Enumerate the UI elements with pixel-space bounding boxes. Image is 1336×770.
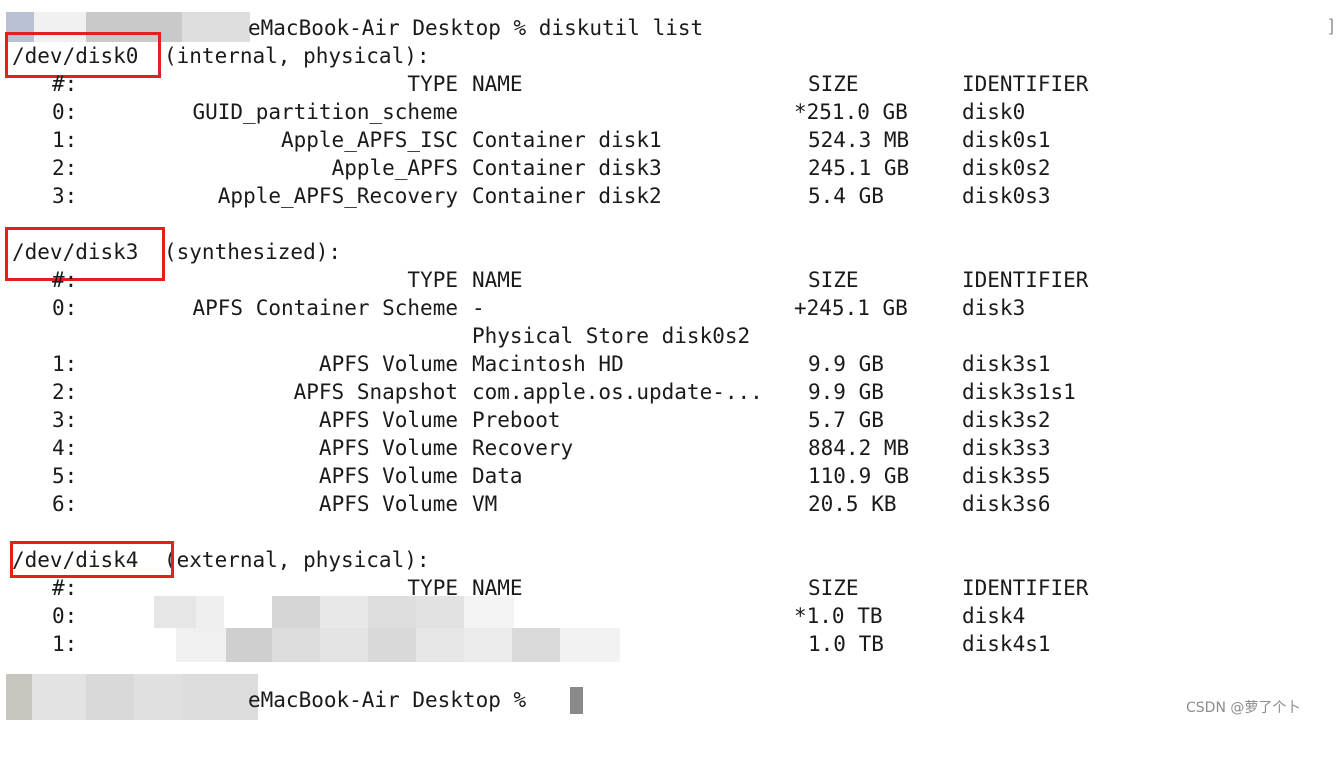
row-size: 9.9 GB <box>808 380 884 404</box>
header-size: SIZE <box>808 72 859 96</box>
row-name: Data <box>472 464 523 488</box>
table-row: 2: APFS Snapshot com.apple.os.update-...… <box>0 378 1076 406</box>
table-row: 3: Apple_APFS_Recovery Container disk2 5… <box>0 182 1051 210</box>
header-size: SIZE <box>808 576 859 600</box>
prompt-line[interactable]: eMacBook-Air Desktop % <box>0 686 526 714</box>
row-name: com.apple.os.update-... <box>472 380 763 404</box>
row-type: APFS Volume <box>318 352 458 376</box>
header-size: SIZE <box>808 268 859 292</box>
row-identifier: disk4s1 <box>962 632 1051 656</box>
row-identifier: disk3s3 <box>962 436 1051 460</box>
row-identifier: disk0 <box>962 100 1026 124</box>
row-size: 245.1 GB <box>808 156 910 180</box>
row-type: GUID_partition_scheme <box>192 100 458 124</box>
table-row: 4: APFS Volume Recovery 884.2 MB disk3s3 <box>0 434 1051 462</box>
table-row: 1: Apple_APFS_ISC Container disk1 524.3 … <box>0 126 1051 154</box>
table-header-row: #: TYPE NAME SIZE IDENTIFIER <box>0 574 1088 602</box>
header-identifier: IDENTIFIER <box>962 268 1089 292</box>
disk-description: (external, physical): <box>164 548 430 572</box>
row-type: Apple_APFS_Recovery <box>217 184 458 208</box>
table-row: 6: APFS Volume VM 20.5 KB disk3s6 <box>0 490 1051 518</box>
row-type: APFS Snapshot <box>293 380 458 404</box>
disk-description: (internal, physical): <box>164 44 430 68</box>
row-name: Preboot <box>472 408 561 432</box>
row-type: APFS Volume <box>318 436 458 460</box>
table-row: 5: APFS Volume Data 110.9 GB disk3s5 <box>0 462 1051 490</box>
final-prompt-text: eMacBook-Air Desktop % <box>248 688 527 712</box>
header-identifier: IDENTIFIER <box>962 72 1089 96</box>
row-size: *251.0 GB <box>794 100 908 124</box>
text-cursor <box>570 687 583 714</box>
header-type: TYPE <box>407 72 458 96</box>
row-size: 110.9 GB <box>808 464 910 488</box>
row-identifier: disk0s1 <box>962 128 1051 152</box>
table-row: 1: 1.0 TB disk4s1 <box>0 630 1051 658</box>
row-name: Recovery <box>472 436 574 460</box>
row-size: +245.1 GB <box>794 296 908 320</box>
row-size: 524.3 MB <box>808 128 910 152</box>
row-size: 5.7 GB <box>808 408 884 432</box>
table-row: 0: APFS Container Scheme - +245.1 GB dis… <box>0 294 1025 322</box>
row-name: VM <box>472 492 498 516</box>
header-name: NAME <box>472 72 523 96</box>
row-type: APFS Volume <box>318 464 458 488</box>
row-identifier: disk3 <box>962 296 1026 320</box>
row-type: APFS Container Scheme <box>192 296 458 320</box>
row-name: Macintosh HD <box>472 352 624 376</box>
row-type: APFS Volume <box>318 492 458 516</box>
table-row: Physical Store disk0s2 <box>0 322 750 350</box>
table-row: 2: Apple_APFS Container disk3 245.1 GB d… <box>0 154 1051 182</box>
disk-description: (synthesized): <box>164 240 342 264</box>
header-name: NAME <box>472 268 523 292</box>
redacted-disk-name-blur <box>154 596 620 662</box>
row-name: Container disk2 <box>472 184 662 208</box>
row-size: 9.9 GB <box>808 352 884 376</box>
window-edge-bracket: ] <box>1326 16 1336 37</box>
table-row: 3: APFS Volume Preboot 5.7 GB disk3s2 <box>0 406 1051 434</box>
row-num: 0: <box>52 604 78 628</box>
row-type: Apple_APFS <box>331 156 458 180</box>
row-name: - <box>472 296 485 320</box>
row-type: Apple_APFS_ISC <box>280 128 458 152</box>
table-header-row: #: TYPE NAME SIZE IDENTIFIER <box>0 266 1088 294</box>
row-name: Container disk3 <box>472 156 662 180</box>
row-identifier: disk3s2 <box>962 408 1051 432</box>
csdn-watermark: CSDN @萝了个卜 <box>1186 700 1301 716</box>
row-num: 1: <box>52 632 78 656</box>
row-size: 1.0 TB <box>808 632 884 656</box>
row-size: 884.2 MB <box>808 436 910 460</box>
row-name: Physical Store disk0s2 <box>472 324 751 348</box>
row-identifier: disk0s3 <box>962 184 1051 208</box>
row-identifier: disk4 <box>962 604 1026 628</box>
table-row: 0: GUID_partition_scheme *251.0 GB disk0 <box>0 98 1025 126</box>
row-identifier: disk3s5 <box>962 464 1051 488</box>
row-identifier: disk3s1 <box>962 352 1051 376</box>
row-type: APFS Volume <box>318 408 458 432</box>
table-row: 1: APFS Volume Macintosh HD 9.9 GB disk3… <box>0 350 1051 378</box>
header-identifier: IDENTIFIER <box>962 576 1089 600</box>
table-row: 0: *1.0 TB disk4 <box>0 602 1025 630</box>
row-size: *1.0 TB <box>794 604 883 628</box>
row-size: 5.4 GB <box>808 184 884 208</box>
row-size: 20.5 KB <box>808 492 897 516</box>
row-identifier: disk0s2 <box>962 156 1051 180</box>
header-type: TYPE <box>407 268 458 292</box>
row-identifier: disk3s1s1 <box>962 380 1076 404</box>
row-name: Container disk1 <box>472 128 662 152</box>
command-prompt-text: eMacBook-Air Desktop % diskutil list <box>248 16 704 40</box>
table-header-row: #: TYPE NAME SIZE IDENTIFIER <box>0 70 1088 98</box>
row-identifier: disk3s6 <box>962 492 1051 516</box>
highlight-box-disk4 <box>10 541 174 578</box>
